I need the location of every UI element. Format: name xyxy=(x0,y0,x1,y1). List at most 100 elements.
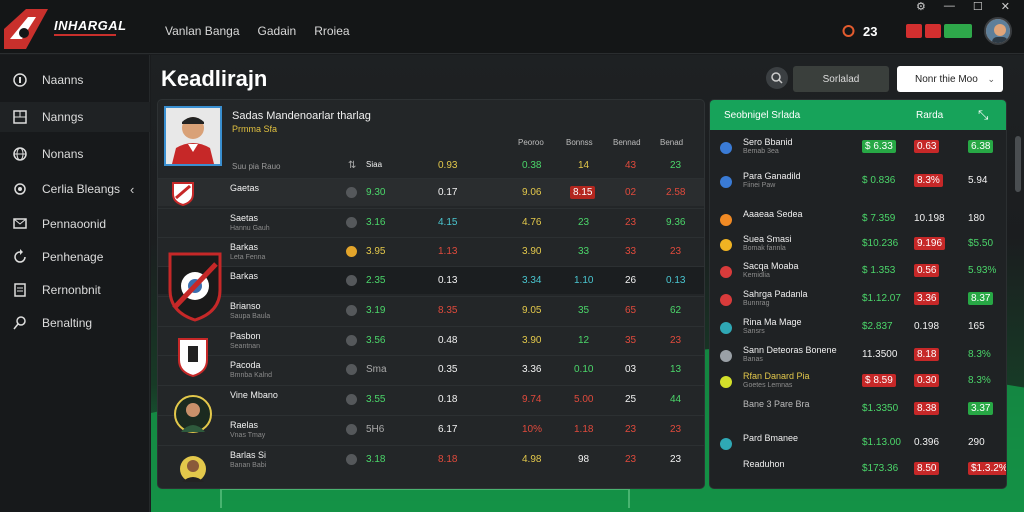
odds-value[interactable]: 290 xyxy=(968,437,985,448)
odds-value[interactable]: 8.3% xyxy=(968,349,991,360)
odds-value[interactable]: 8.3% xyxy=(914,174,943,187)
notification-icon[interactable] xyxy=(842,24,855,38)
table-row[interactable]: Barlas Si Banan Babi 3.18 8.18 4.98 98 2… xyxy=(158,445,704,473)
odds-row[interactable]: Sahrga Padanla Bunnrag $1.12.07 3.36 8.3… xyxy=(710,288,1006,312)
sidebar-item-4[interactable]: Cerlia Bleangs ‹ xyxy=(0,174,150,204)
user-avatar[interactable] xyxy=(984,17,1012,45)
table-row[interactable]: Gaetas 9.30 0.17 9.06 8.15 02 2.58 xyxy=(158,178,704,206)
collapse-icon[interactable]: ⤡ xyxy=(978,107,988,123)
sidebar-item-5[interactable]: Pennaoonid xyxy=(0,209,150,239)
coin-icon[interactable] xyxy=(346,246,357,257)
odds-value[interactable]: 0.30 xyxy=(914,374,940,387)
maximize-icon[interactable]: ☐ xyxy=(973,0,983,13)
odds-value[interactable]: $1.3.2% xyxy=(968,462,1006,475)
sidebar-item-3[interactable]: Nonans xyxy=(0,139,150,169)
odds-value[interactable]: 5.93% xyxy=(968,265,996,276)
sidebar-item-8[interactable]: Benalting xyxy=(0,308,150,338)
odds-value[interactable]: $2.837 xyxy=(862,321,893,332)
sidebar-item-2[interactable]: Nanngs xyxy=(0,102,150,132)
odds-value[interactable]: 5.94 xyxy=(968,175,987,186)
odds-value[interactable]: $ 7.359 xyxy=(862,213,895,224)
odds-value[interactable]: $1.3350 xyxy=(862,403,898,414)
odds-value[interactable]: $ 8.59 xyxy=(862,374,896,387)
alert-badge[interactable] xyxy=(906,24,922,38)
odds-row[interactable]: Sann Deteoras Bonene Banas 11.3500 8.18 … xyxy=(710,344,1006,368)
odds-value[interactable]: 8.50 xyxy=(914,462,940,475)
check-icon[interactable] xyxy=(346,305,357,316)
check-icon[interactable] xyxy=(346,454,357,465)
check-icon[interactable] xyxy=(346,424,357,435)
odds-row[interactable]: Rina Ma Mage Sansrs $2.837 0.198 165 xyxy=(710,316,1006,340)
minimize-icon[interactable]: — xyxy=(944,0,955,13)
odds-value[interactable]: 0.396 xyxy=(914,437,939,448)
sidebar-item-1[interactable]: Naanns xyxy=(0,65,150,95)
column-header[interactable]: Peoroo xyxy=(518,138,544,147)
alert-badge-2[interactable] xyxy=(925,24,941,38)
nav-item-3[interactable]: Rroiea xyxy=(314,24,349,38)
nav-item-1[interactable]: Vanlan Banga xyxy=(165,24,240,38)
odds-value[interactable]: $173.36 xyxy=(862,463,898,474)
app-logo[interactable]: INHARGAL xyxy=(0,0,150,54)
check-icon[interactable] xyxy=(346,217,357,228)
table-row-summary[interactable]: Suu pia Rauo ⇅ Siaa 0.93 0.38 14 43 23 xyxy=(158,152,704,180)
odds-row[interactable]: Readuhon $173.36 8.50 $1.3.2% xyxy=(710,458,1006,482)
odds-value[interactable]: 8.18 xyxy=(914,348,940,361)
sidebar-item-7[interactable]: Rernonbnit xyxy=(0,275,150,305)
table-row-selected[interactable]: Barkas 2.35 0.13 3.34 1.10 26 0.13 xyxy=(158,266,704,294)
nav-item-2[interactable]: Gadain xyxy=(258,24,297,38)
check-icon[interactable] xyxy=(346,187,357,198)
check-icon[interactable] xyxy=(346,394,357,405)
table-row[interactable]: Pasbon Seantnan 3.56 0.48 3.90 12 35 23 xyxy=(158,326,704,354)
odds-panel-column[interactable]: Rarda xyxy=(916,110,943,121)
odds-value[interactable]: 11.3500 xyxy=(862,349,897,360)
odds-value[interactable]: $1.13.00 xyxy=(862,437,901,448)
odds-value[interactable]: $1.12.07 xyxy=(862,293,901,304)
odds-row[interactable]: Pard Bmanee $1.13.00 0.396 290 xyxy=(710,432,1006,456)
table-row[interactable]: Raelas Vnas Tmay 5H6 6.17 10% 1.18 23 23 xyxy=(158,415,704,443)
search-button[interactable] xyxy=(766,67,788,89)
close-icon[interactable]: ✕ xyxy=(1001,0,1010,13)
table-row[interactable]: Pacoda Bmnba Kalnd Sma 0.35 3.36 0.10 03… xyxy=(158,355,704,383)
status-badge[interactable] xyxy=(944,24,972,38)
check-icon[interactable] xyxy=(346,275,357,286)
odds-row[interactable]: Aaaeaa Sedea $ 7.359 10.198 180 xyxy=(710,208,1006,232)
action-button[interactable]: Sorlalad xyxy=(793,66,889,92)
column-header[interactable]: Bonnss xyxy=(566,138,593,147)
odds-value[interactable]: $5.50 xyxy=(968,238,993,249)
settings-icon[interactable]: ⚙ xyxy=(916,0,926,13)
odds-value[interactable]: 8.3% xyxy=(968,375,991,386)
odds-value[interactable]: $ 1.353 xyxy=(862,265,895,276)
odds-value[interactable]: 8.37 xyxy=(968,292,994,305)
table-row[interactable]: Brianso Saupa Baula 3.19 8.35 9.05 35 65… xyxy=(158,296,704,324)
odds-value[interactable]: 10.198 xyxy=(914,213,945,224)
odds-value[interactable]: 165 xyxy=(968,321,985,332)
odds-row[interactable]: Suea Smasi Bomak fannla $10.236 9.196 $5… xyxy=(710,233,1006,257)
odds-value[interactable]: 0.56 xyxy=(914,264,940,277)
odds-value[interactable]: 3.37 xyxy=(968,402,994,415)
table-row[interactable]: Barkas Leta Fenna 3.95 1.13 3.90 33 33 2… xyxy=(158,237,704,265)
scrollbar[interactable] xyxy=(1015,136,1021,192)
table-row[interactable]: Saetas Hannu Gauh 3.16 4.15 4.76 23 23 9… xyxy=(158,208,704,236)
column-header[interactable]: Bennad xyxy=(613,138,641,147)
odds-row[interactable]: Rfan Danard Pia Goetes Lemnas $ 8.59 0.3… xyxy=(710,370,1006,394)
check-icon[interactable] xyxy=(346,335,357,346)
odds-value[interactable]: 8.38 xyxy=(914,402,940,415)
filter-select[interactable]: Nonr thie Moo ⌄ xyxy=(897,66,1003,92)
odds-value[interactable]: 180 xyxy=(968,213,985,224)
sidebar-item-6[interactable]: Penhenage xyxy=(0,242,150,272)
sort-icon[interactable]: ⇅ xyxy=(348,160,356,171)
odds-value[interactable]: 6.38 xyxy=(968,140,994,153)
odds-value[interactable]: $ 0.836 xyxy=(862,175,895,186)
odds-value[interactable]: $ 6.33 xyxy=(862,140,896,153)
odds-value[interactable]: 0.198 xyxy=(914,321,939,332)
table-row[interactable]: Vine Mbano 3.55 0.18 9.74 5.00 25 44 xyxy=(158,385,704,413)
odds-value[interactable]: $10.236 xyxy=(862,238,898,249)
odds-value[interactable]: 0.63 xyxy=(914,140,940,153)
odds-row[interactable]: Sacqa Moaba Kemidlia $ 1.353 0.56 5.93% xyxy=(710,260,1006,284)
odds-row[interactable]: Bane 3 Pare Bra $1.3350 8.38 3.37 xyxy=(710,398,1006,422)
odds-value[interactable]: 3.36 xyxy=(914,292,940,305)
chevron-left-icon[interactable]: ‹ xyxy=(130,182,134,197)
odds-value[interactable]: 9.196 xyxy=(914,237,946,250)
odds-row[interactable]: Sero Bbanid Bemab 3ea $ 6.33 0.63 6.38 xyxy=(710,136,1006,160)
check-icon[interactable] xyxy=(346,364,357,375)
